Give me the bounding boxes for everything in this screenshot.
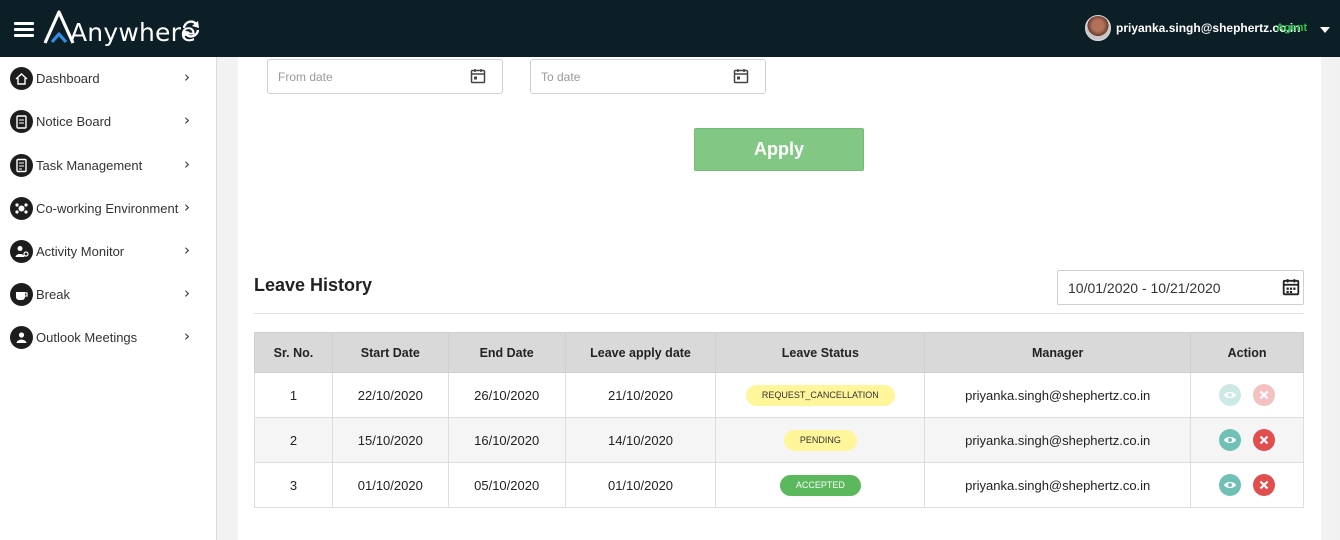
calendar-icon[interactable] [1282, 278, 1300, 296]
leave-card: Apply Leave History Sr. No. Start Date E… [238, 57, 1321, 540]
sidebar-item-label: Break [36, 287, 70, 302]
apply-date: 21/10/2020 [564, 372, 717, 418]
column-header: Start Date [331, 332, 449, 373]
status-badge: PENDING [783, 429, 857, 451]
date-range-input[interactable] [1068, 280, 1268, 296]
user-role: Agent [1276, 22, 1308, 34]
start-date: 01/10/2020 [331, 462, 449, 508]
sidebar-item-label: Dashboard [36, 71, 100, 86]
sidebar-item-label: Co-working Environment [36, 201, 179, 216]
task-icon [10, 154, 33, 177]
sr-no: 1 [254, 372, 333, 418]
action-cell [1190, 417, 1304, 463]
sidebar-item-task-management[interactable]: Task Management › [0, 145, 216, 185]
sidebar-item-notice-board[interactable]: Notice Board › [0, 101, 216, 141]
leave-history-table: Sr. No. Start Date End Date Leave apply … [254, 332, 1304, 508]
sidebar-item-dashboard[interactable]: Dashboard › [0, 58, 216, 98]
apply-date: 01/10/2020 [564, 462, 717, 508]
table-row: 2 15/10/2020 16/10/2020 14/10/2020 PENDI… [254, 417, 1304, 463]
chevron-right-icon: › [184, 327, 190, 345]
chevron-right-icon: › [184, 284, 190, 302]
clipboard-icon [10, 110, 33, 133]
view-icon[interactable] [1219, 429, 1242, 451]
column-header: Manager [924, 332, 1192, 373]
status-cell: REQUEST_CANCELLATION [715, 372, 926, 418]
cancel-icon[interactable] [1252, 384, 1275, 406]
refresh-icon[interactable] [180, 18, 202, 40]
chevron-right-icon: › [184, 155, 190, 173]
start-date: 22/10/2020 [331, 372, 449, 418]
sidebar-item-break[interactable]: Break › [0, 274, 216, 314]
sidebar-item-label: Task Management [36, 158, 143, 173]
to-date-field[interactable] [530, 59, 766, 94]
status-cell: PENDING [715, 417, 926, 463]
view-icon[interactable] [1219, 384, 1242, 406]
sidebar-item-label: Activity Monitor [36, 244, 125, 259]
sr-no: 3 [254, 462, 333, 508]
chevron-right-icon: › [184, 241, 190, 259]
status-cell: ACCEPTED [715, 462, 926, 508]
manager: priyanka.singh@shephertz.co.in [924, 417, 1192, 463]
status-badge: ACCEPTED [779, 474, 861, 496]
action-cell [1190, 462, 1304, 508]
apply-date: 14/10/2020 [564, 417, 717, 463]
leave-history-title: Leave History [254, 275, 373, 295]
user-email[interactable]: priyanka.singh@shephertz.co.in [1116, 21, 1300, 35]
sidebar-item-label: Outlook Meetings [36, 330, 138, 345]
top-bar: Anywhere priyanka.singh@shephertz.co.in … [0, 0, 1340, 57]
divider [254, 313, 1304, 314]
calendar-icon[interactable] [470, 68, 486, 84]
activity-icon [10, 240, 33, 263]
cancel-icon[interactable] [1252, 429, 1275, 451]
end-date: 26/10/2020 [447, 372, 566, 418]
from-date-field[interactable] [267, 59, 503, 94]
chevron-right-icon: › [184, 68, 190, 86]
from-date-input[interactable] [278, 70, 458, 84]
coworking-icon [10, 197, 33, 220]
sidebar-item-coworking[interactable]: Co-working Environment › [0, 188, 216, 228]
calendar-icon[interactable] [733, 68, 749, 84]
column-header: Leave apply date [564, 332, 717, 373]
start-date: 15/10/2020 [331, 417, 449, 463]
home-icon [10, 67, 33, 90]
end-date: 05/10/2020 [447, 462, 566, 508]
coffee-icon [10, 283, 33, 306]
table-row: 1 22/10/2020 26/10/2020 21/10/2020 REQUE… [254, 372, 1304, 418]
table-row: 3 01/10/2020 05/10/2020 01/10/2020 ACCEP… [254, 462, 1304, 508]
caret-down-icon[interactable] [1320, 27, 1330, 33]
meetings-icon [10, 326, 33, 349]
sidebar-item-activity-monitor[interactable]: Activity Monitor › [0, 231, 216, 271]
avatar[interactable] [1085, 15, 1111, 41]
column-header: Action [1190, 332, 1304, 373]
column-header: End Date [447, 332, 566, 373]
sidebar: Dashboard › Notice Board › Task Manageme… [0, 57, 217, 540]
manager: priyanka.singh@shephertz.co.in [924, 462, 1192, 508]
status-badge: REQUEST_CANCELLATION [745, 384, 895, 406]
end-date: 16/10/2020 [447, 417, 566, 463]
chevron-right-icon: › [184, 111, 190, 129]
menu-icon[interactable] [14, 22, 34, 37]
action-cell [1190, 372, 1304, 418]
scrollbar[interactable] [1329, 57, 1340, 540]
sidebar-item-label: Notice Board [36, 114, 112, 129]
sidebar-item-outlook-meetings[interactable]: Outlook Meetings › [0, 317, 216, 357]
date-range-field[interactable] [1057, 270, 1304, 305]
table-header-row: Sr. No. Start Date End Date Leave apply … [254, 332, 1304, 373]
cancel-icon[interactable] [1252, 474, 1275, 496]
to-date-input[interactable] [541, 70, 721, 84]
chevron-right-icon: › [184, 198, 190, 216]
view-icon[interactable] [1219, 474, 1242, 496]
app-name: Anywhere [70, 18, 197, 47]
manager: priyanka.singh@shephertz.co.in [924, 372, 1192, 418]
apply-button[interactable]: Apply [694, 128, 864, 171]
column-header: Leave Status [715, 332, 926, 373]
column-header: Sr. No. [254, 332, 333, 373]
sr-no: 2 [254, 417, 333, 463]
